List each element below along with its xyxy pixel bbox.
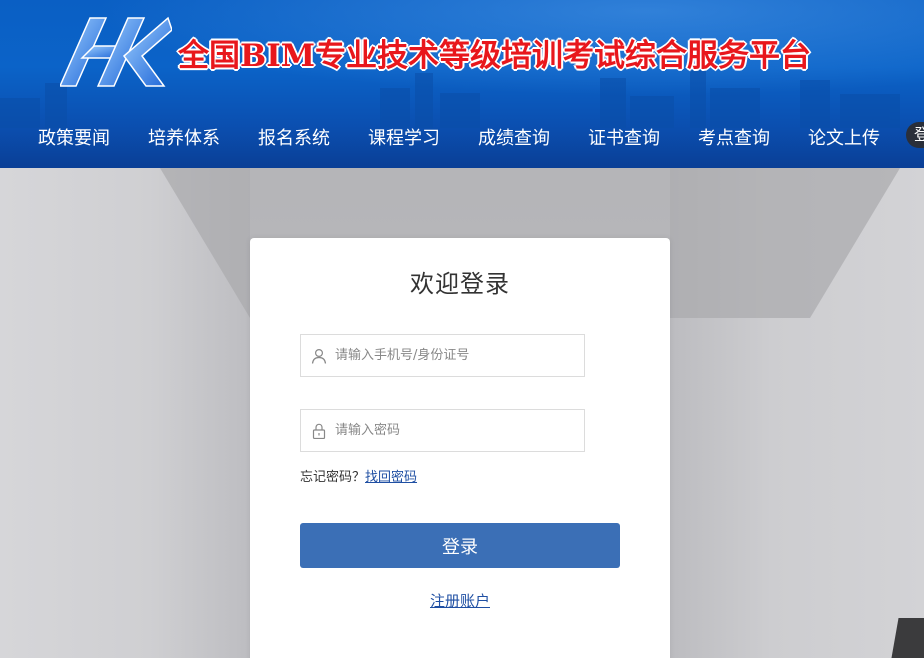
login-button[interactable]: 登录 [300, 523, 620, 568]
nav-item-courses[interactable]: 课程学习 [368, 124, 440, 150]
nav-item-registration[interactable]: 报名系统 [258, 124, 330, 150]
username-input[interactable] [335, 335, 575, 376]
user-icon [311, 348, 327, 364]
site-header: 全国BIM专业技术等级培训考试综合服务平台 政策要闻 培养体系 报名系统 课程学… [0, 0, 924, 168]
nav-item-policy-news[interactable]: 政策要闻 [38, 124, 110, 150]
nav-item-certificate-query[interactable]: 证书查询 [588, 124, 660, 150]
nav-item-score-query[interactable]: 成绩查询 [478, 124, 550, 150]
hk-logo-icon[interactable] [60, 16, 172, 88]
login-title: 欢迎登录 [410, 270, 510, 298]
nav-item-exam-site-query[interactable]: 考点查询 [698, 124, 770, 150]
username-field[interactable] [300, 334, 585, 377]
forgot-password-row: 忘记密码？找回密码 [300, 466, 417, 485]
forgot-password-text: 忘记密码？ [300, 470, 366, 485]
lock-icon [312, 423, 326, 439]
nav-item-paper-upload[interactable]: 论文上传 [808, 124, 880, 150]
recover-password-link[interactable]: 找回密码 [365, 470, 417, 485]
password-input[interactable] [335, 410, 575, 451]
register-row: 注册账户 [250, 590, 670, 611]
register-account-link[interactable]: 注册账户 [430, 592, 490, 610]
login-card: 欢迎登录 忘记密码？找回密码 登录 注册账户 [250, 238, 670, 658]
site-title: 全国BIM专业技术等级培训考试综合服务平台 [178, 38, 812, 74]
nav-login-pill[interactable]: 登 [906, 122, 924, 148]
background-dark-object [891, 618, 924, 658]
nav-item-training-system[interactable]: 培养体系 [148, 124, 220, 150]
password-field[interactable] [300, 409, 585, 452]
main-nav: 政策要闻 培养体系 报名系统 课程学习 成绩查询 证书查询 考点查询 论文上传 … [0, 114, 924, 158]
